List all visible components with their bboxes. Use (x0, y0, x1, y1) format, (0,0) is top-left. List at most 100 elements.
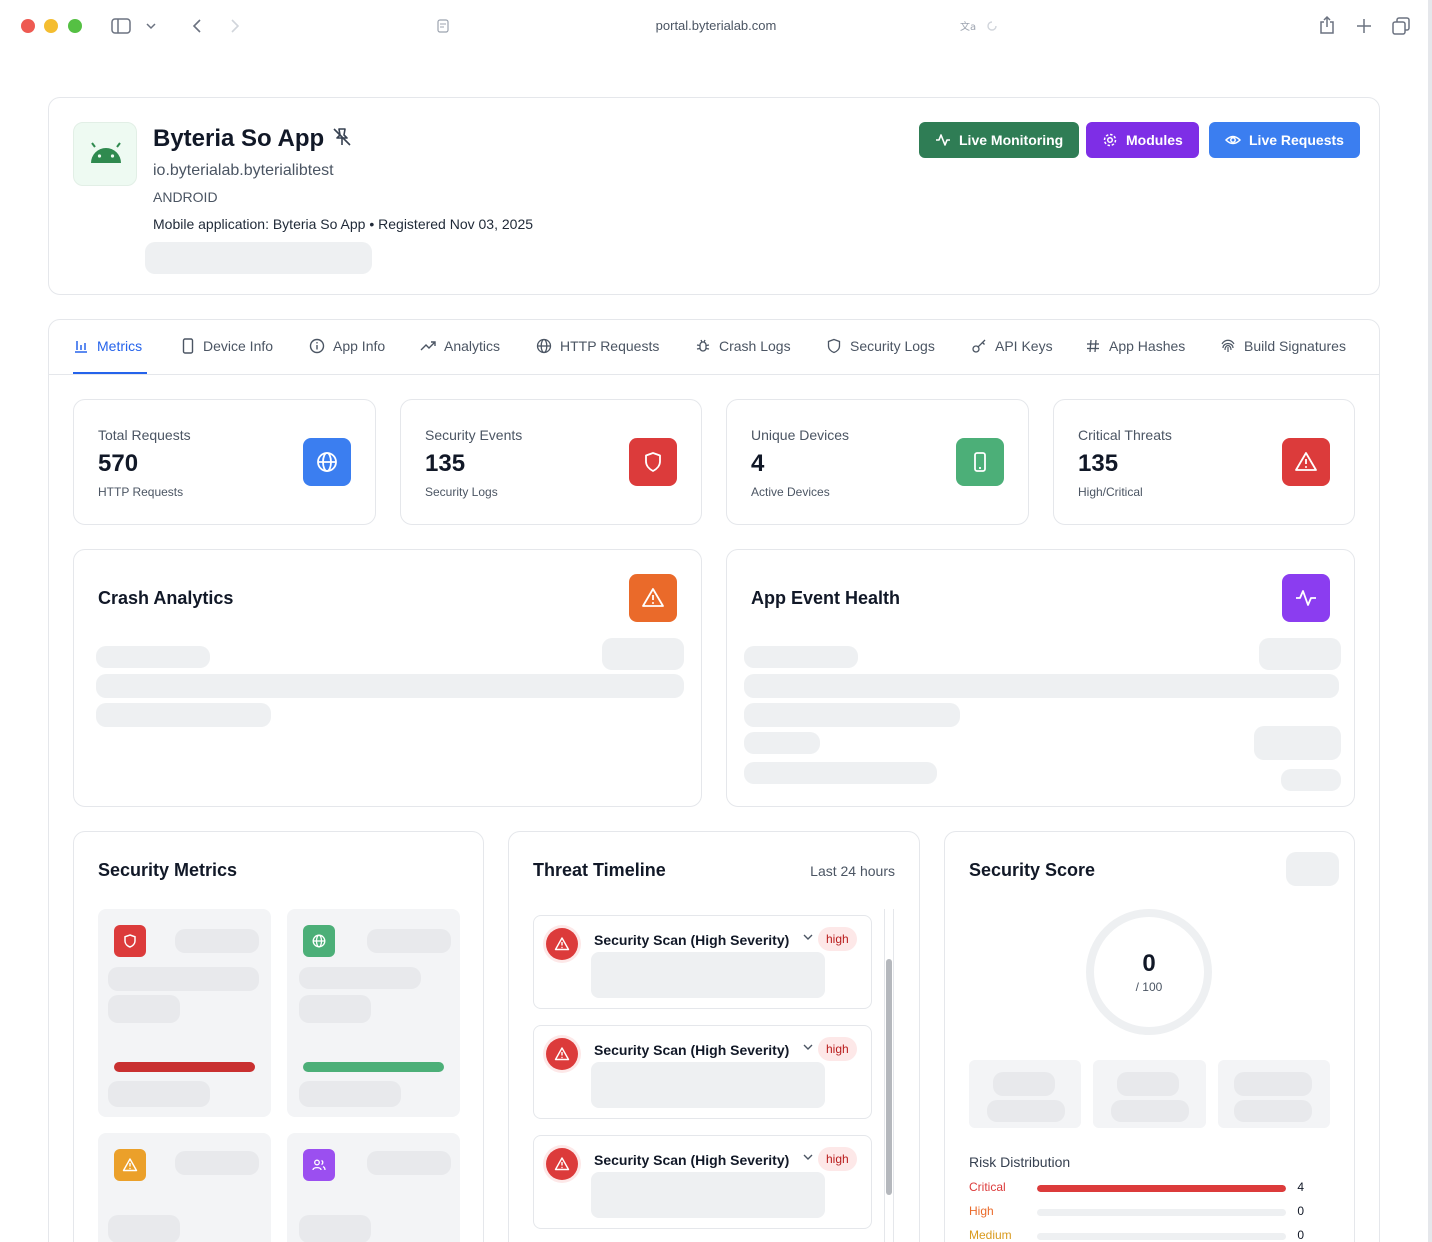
shield-icon (645, 452, 661, 472)
risk-row-critical: Critical 4 (969, 1180, 1327, 1198)
key-icon (972, 339, 986, 353)
tab-analytics[interactable]: Analytics (420, 338, 500, 354)
tab-app-info[interactable]: App Info (309, 338, 385, 354)
loading-placeholder (1234, 1100, 1312, 1122)
tab-label: App Hashes (1109, 338, 1186, 354)
stat-subtitle: High/Critical (1078, 485, 1143, 499)
tab-metrics[interactable]: Metrics (73, 338, 142, 354)
tab-overview-icon[interactable] (1392, 17, 1410, 35)
live-monitoring-label: Live Monitoring (959, 132, 1064, 148)
globe-icon (312, 934, 326, 948)
warning-icon (122, 1158, 138, 1172)
stat-value: 135 (1078, 450, 1119, 477)
smartphone-icon (974, 452, 986, 472)
new-tab-icon[interactable] (1356, 18, 1372, 34)
timeline-item[interactable]: Security Scan (High Severity) high (533, 1025, 872, 1119)
loading-placeholder (299, 1215, 371, 1242)
section-title: App Event Health (751, 588, 901, 608)
translate-icon[interactable]: 文a (960, 20, 978, 32)
risk-count: 0 (1297, 1204, 1304, 1218)
stat-value: 135 (425, 450, 466, 477)
tab-crash-logs[interactable]: Crash Logs (695, 338, 791, 354)
severity-badge: high (818, 927, 857, 951)
loading-placeholder (108, 967, 259, 991)
bug-icon (696, 339, 710, 352)
chevron-down-icon[interactable] (803, 933, 813, 941)
section-icon-box (629, 574, 677, 622)
score-value: 0 (1142, 950, 1156, 977)
stat-card-total-requests: Total Requests 570 HTTP Requests (73, 399, 376, 525)
stat-subtitle: HTTP Requests (98, 485, 184, 499)
app-header-card: Byteria So App io.byterialab.byterialibt… (48, 97, 1380, 295)
tile-icon-box (114, 925, 146, 957)
timeline-scrollbar-thumb[interactable] (886, 959, 892, 1195)
score-stat-box (1093, 1060, 1206, 1128)
tab-security-logs[interactable]: Security Logs (826, 338, 935, 354)
tile-icon-box (114, 1149, 146, 1181)
tile-icon-box (303, 925, 335, 957)
app-package-name: io.byterialab.byterialibtest (153, 162, 334, 179)
stat-icon-box (629, 438, 677, 486)
chevron-down-icon[interactable] (803, 1043, 813, 1051)
tab-build-signatures[interactable]: Build Signatures (1220, 338, 1346, 354)
loading-placeholder (299, 1081, 401, 1107)
smartphone-icon (182, 338, 194, 354)
timeline-scroll-track[interactable] (884, 909, 894, 1242)
globe-icon (536, 338, 552, 354)
tab-app-hashes[interactable]: App Hashes (1085, 338, 1185, 354)
info-icon (309, 338, 325, 354)
browser-toolbar: portal.byterialab.com 文a (0, 0, 1432, 52)
risk-label: Critical (969, 1180, 1006, 1194)
shield-icon (827, 338, 841, 354)
risk-label: High (969, 1204, 994, 1218)
stat-subtitle: Security Logs (425, 485, 498, 499)
timeline-severity-icon (546, 928, 578, 960)
address-bar[interactable]: portal.byterialab.com (0, 18, 1432, 33)
risk-bar-fill (1037, 1185, 1286, 1192)
reload-icon[interactable] (986, 19, 998, 33)
metric-progress-bar (303, 1062, 444, 1072)
timeline-item[interactable]: Security Scan (High Severity) high (533, 1135, 872, 1229)
live-requests-button[interactable]: Live Requests (1209, 122, 1360, 158)
stat-icon-box (303, 438, 351, 486)
stat-subtitle: Active Devices (751, 485, 830, 499)
tab-http-requests[interactable]: HTTP Requests (536, 338, 659, 354)
live-requests-label: Live Requests (1249, 132, 1344, 148)
section-icon-box (1282, 574, 1330, 622)
modules-button[interactable]: Modules (1086, 122, 1199, 158)
stat-value: 4 (751, 450, 765, 477)
stat-label: Unique Devices (751, 427, 850, 443)
chevron-down-icon[interactable] (803, 1153, 813, 1161)
unpin-icon[interactable] (331, 126, 353, 148)
risk-count: 4 (1297, 1180, 1304, 1194)
hash-icon (1087, 339, 1099, 353)
crash-analytics-card: Crash Analytics (73, 549, 702, 807)
stat-card-security-events: Security Events 135 Security Logs (400, 399, 702, 525)
score-max: / 100 (1135, 980, 1163, 994)
gear-icon (1103, 133, 1117, 147)
loading-placeholder (96, 703, 271, 727)
app-title: Byteria So App (153, 125, 325, 152)
active-tab-indicator (73, 372, 147, 374)
timeline-severity-icon (546, 1148, 578, 1180)
loading-placeholder (744, 732, 820, 754)
tab-label: HTTP Requests (560, 338, 660, 354)
loading-placeholder (744, 674, 1339, 698)
share-icon[interactable] (1319, 15, 1335, 35)
timeline-item[interactable]: Security Scan (High Severity) high (533, 915, 872, 1009)
loading-placeholder (175, 1151, 259, 1175)
tab-label: Build Signatures (1244, 338, 1346, 354)
loading-placeholder (591, 1062, 825, 1108)
warning-icon (554, 1047, 570, 1061)
live-monitoring-button[interactable]: Live Monitoring (919, 122, 1080, 158)
bar-chart-icon (75, 341, 87, 353)
modules-label: Modules (1126, 132, 1183, 148)
threat-timeline-card: Threat Timeline Last 24 hours Security S… (508, 831, 920, 1242)
tab-api-keys[interactable]: API Keys (971, 338, 1053, 354)
loading-placeholder (108, 1215, 180, 1242)
timeline-severity-icon (546, 1038, 578, 1070)
warning-icon (1295, 452, 1317, 471)
timeline-item-title: Security Scan (High Severity) (594, 1042, 790, 1058)
tab-device-info[interactable]: Device Info (181, 338, 273, 354)
shield-icon (124, 934, 136, 948)
